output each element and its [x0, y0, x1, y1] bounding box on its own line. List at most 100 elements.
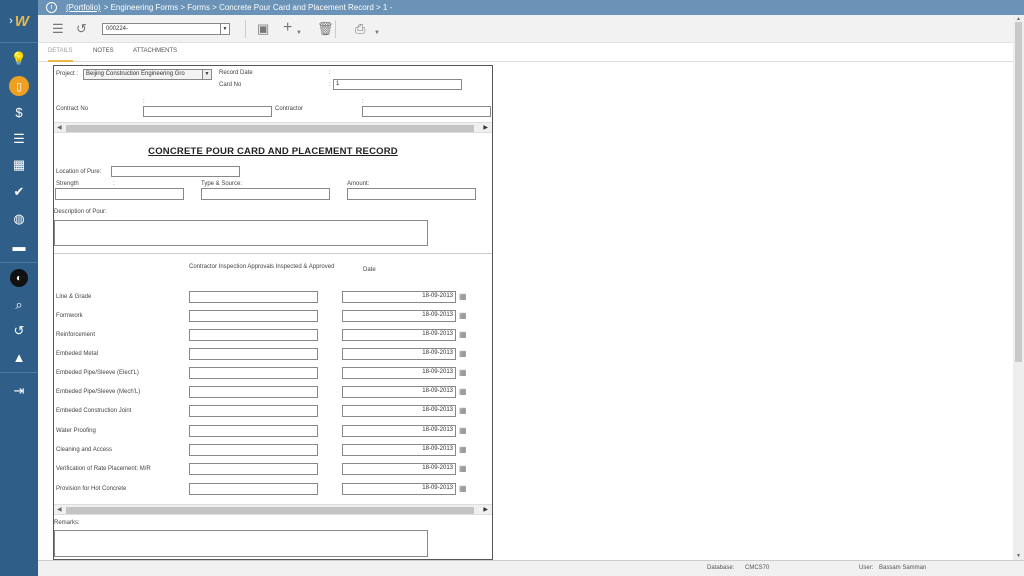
- inspection-date-field[interactable]: 18-09-2013: [342, 425, 456, 437]
- calendar-icon[interactable]: ▦: [459, 330, 467, 340]
- contractor-field[interactable]: [362, 106, 491, 117]
- inspection-date-field[interactable]: 18-09-2013: [342, 386, 456, 398]
- building-icon[interactable]: ▦: [0, 155, 38, 175]
- print-icon[interactable]: ⎙: [355, 21, 365, 37]
- calendar-icon[interactable]: ▦: [459, 349, 467, 359]
- add-dropdown-icon[interactable]: ▼: [296, 25, 302, 41]
- logout-icon[interactable]: ⇥: [0, 381, 38, 401]
- search-icon[interactable]: ⌕: [0, 295, 38, 315]
- type-source-field[interactable]: [201, 188, 330, 200]
- tab-notes[interactable]: NOTES: [93, 48, 114, 54]
- document-icon: ▯: [9, 76, 29, 96]
- date-column-header: Date: [363, 267, 376, 273]
- history-icon[interactable]: ↺: [0, 321, 38, 341]
- project-select-value: Beijing Construction Engineering Gro: [86, 71, 185, 77]
- print-dropdown-icon[interactable]: ▼: [374, 25, 380, 41]
- inspection-approval-field[interactable]: [189, 367, 318, 379]
- list-icon[interactable]: ☰: [52, 21, 64, 37]
- calendar-icon[interactable]: ▦: [459, 426, 467, 436]
- inspection-date-field[interactable]: 18-09-2013: [342, 310, 456, 322]
- card-no-field[interactable]: 1: [333, 79, 462, 90]
- calendar-icon[interactable]: ▦: [459, 445, 467, 455]
- inspection-approval-field[interactable]: [189, 348, 318, 360]
- globe-icon[interactable]: ◍: [0, 209, 38, 229]
- app-menu-toggle[interactable]: › W: [0, 0, 38, 42]
- inspection-column-header: Contractor Inspection Approvals Inspecte…: [189, 264, 335, 270]
- add-icon[interactable]: +: [283, 20, 292, 36]
- calendar-icon[interactable]: ▦: [459, 406, 467, 416]
- inspection-row-label: Provision for Hot Concrete: [56, 486, 127, 492]
- scrollbar-thumb[interactable]: [66, 125, 474, 132]
- contract-no-colon: :: [143, 99, 145, 105]
- sidebar-item-documents[interactable]: ▯: [0, 76, 38, 96]
- calendar-icon[interactable]: ▦: [459, 311, 467, 321]
- scroll-left-icon[interactable]: ◀: [57, 124, 62, 131]
- delete-icon[interactable]: 🗑: [317, 21, 334, 37]
- inspection-approval-field[interactable]: [189, 386, 318, 398]
- remarks-textarea[interactable]: [54, 530, 428, 557]
- inspection-approval-field[interactable]: [189, 425, 318, 437]
- calendar-icon[interactable]: ▦: [459, 464, 467, 474]
- breadcrumb-portfolio-link[interactable]: (Portfolio): [66, 3, 101, 12]
- vertical-scrollbar[interactable]: ▲ ▼: [1013, 15, 1024, 560]
- calendar-icon[interactable]: ▦: [459, 387, 467, 397]
- gantt-icon[interactable]: ☰: [0, 129, 38, 149]
- inspection-row-label: Embeded Pipe/Sleeve (Mech'L): [56, 389, 141, 395]
- inspection-date-field[interactable]: 18-09-2013: [342, 348, 456, 360]
- calendar-icon[interactable]: ▦: [459, 292, 467, 302]
- inspection-row-label: Water Proofing: [56, 428, 96, 434]
- dollar-icon[interactable]: $: [0, 102, 38, 122]
- chevron-down-icon: ▼: [220, 24, 229, 34]
- scroll-left-icon[interactable]: ◀: [57, 506, 62, 513]
- section-divider: [54, 253, 492, 254]
- amount-field[interactable]: [347, 188, 476, 200]
- record-select[interactable]: 000224- ▼: [102, 23, 230, 35]
- breadcrumb: i (Portfolio) > Engineering Forms > Form…: [38, 0, 1024, 15]
- toolbar-divider: [335, 20, 336, 38]
- inspection-approval-field[interactable]: [189, 483, 318, 495]
- inspection-approval-field[interactable]: [189, 444, 318, 456]
- card-no-value: 1: [336, 81, 340, 87]
- strength-field[interactable]: [55, 188, 184, 200]
- checkmark-icon[interactable]: ✔: [0, 182, 38, 202]
- form-title: CONCRETE POUR CARD AND PLACEMENT RECORD: [148, 146, 398, 157]
- description-textarea[interactable]: [54, 220, 428, 246]
- sidebar-item-dashboard[interactable]: ◐: [0, 268, 38, 288]
- lightbulb-icon[interactable]: 💡: [0, 49, 38, 69]
- inspection-date-field[interactable]: 18-09-2013: [342, 367, 456, 379]
- chevron-right-icon: ›: [9, 15, 13, 27]
- graduation-cap-icon[interactable]: ▲: [0, 347, 38, 367]
- scrollbar-thumb[interactable]: [66, 507, 474, 514]
- inspection-date-field[interactable]: 18-09-2013: [342, 444, 456, 456]
- inspection-date-field[interactable]: 18-09-2013: [342, 483, 456, 495]
- scroll-right-icon[interactable]: ▶: [483, 124, 488, 131]
- inspection-approval-field[interactable]: [189, 291, 318, 303]
- calendar-icon[interactable]: ▦: [459, 368, 467, 378]
- contract-no-field[interactable]: [143, 106, 272, 117]
- inspection-date-field[interactable]: 18-09-2013: [342, 291, 456, 303]
- save-icon[interactable]: ▣: [257, 21, 269, 37]
- horizontal-scrollbar[interactable]: ◀ ▶: [54, 504, 492, 515]
- inspection-date-field[interactable]: 18-09-2013: [342, 329, 456, 341]
- database-value: CMCS70: [745, 565, 770, 571]
- scrollbar-thumb[interactable]: [1015, 22, 1022, 362]
- inspection-approval-field[interactable]: [189, 463, 318, 475]
- inspection-approval-field[interactable]: [189, 310, 318, 322]
- horizontal-scrollbar[interactable]: ◀ ▶: [54, 122, 492, 133]
- info-icon[interactable]: i: [46, 2, 57, 13]
- inspection-approval-field[interactable]: [189, 329, 318, 341]
- inspection-row-label: Verification of Rate Placement: M/R: [56, 466, 151, 472]
- inspection-approval-field[interactable]: [189, 405, 318, 417]
- tab-attachments[interactable]: ATTACHMENTS: [133, 48, 177, 54]
- briefcase-icon[interactable]: ▬: [0, 236, 38, 256]
- inspection-date-field[interactable]: 18-09-2013: [342, 405, 456, 417]
- tab-details[interactable]: DETAILS: [48, 48, 73, 62]
- calendar-icon[interactable]: ▦: [459, 484, 467, 494]
- chevron-down-icon: ▼: [202, 70, 211, 79]
- scroll-down-icon[interactable]: ▼: [1016, 553, 1021, 559]
- history-icon[interactable]: ↺: [76, 21, 87, 37]
- project-select[interactable]: Beijing Construction Engineering Gro ▼: [83, 69, 212, 80]
- location-field[interactable]: [111, 166, 240, 177]
- inspection-date-field[interactable]: 18-09-2013: [342, 463, 456, 475]
- scroll-right-icon[interactable]: ▶: [483, 506, 488, 513]
